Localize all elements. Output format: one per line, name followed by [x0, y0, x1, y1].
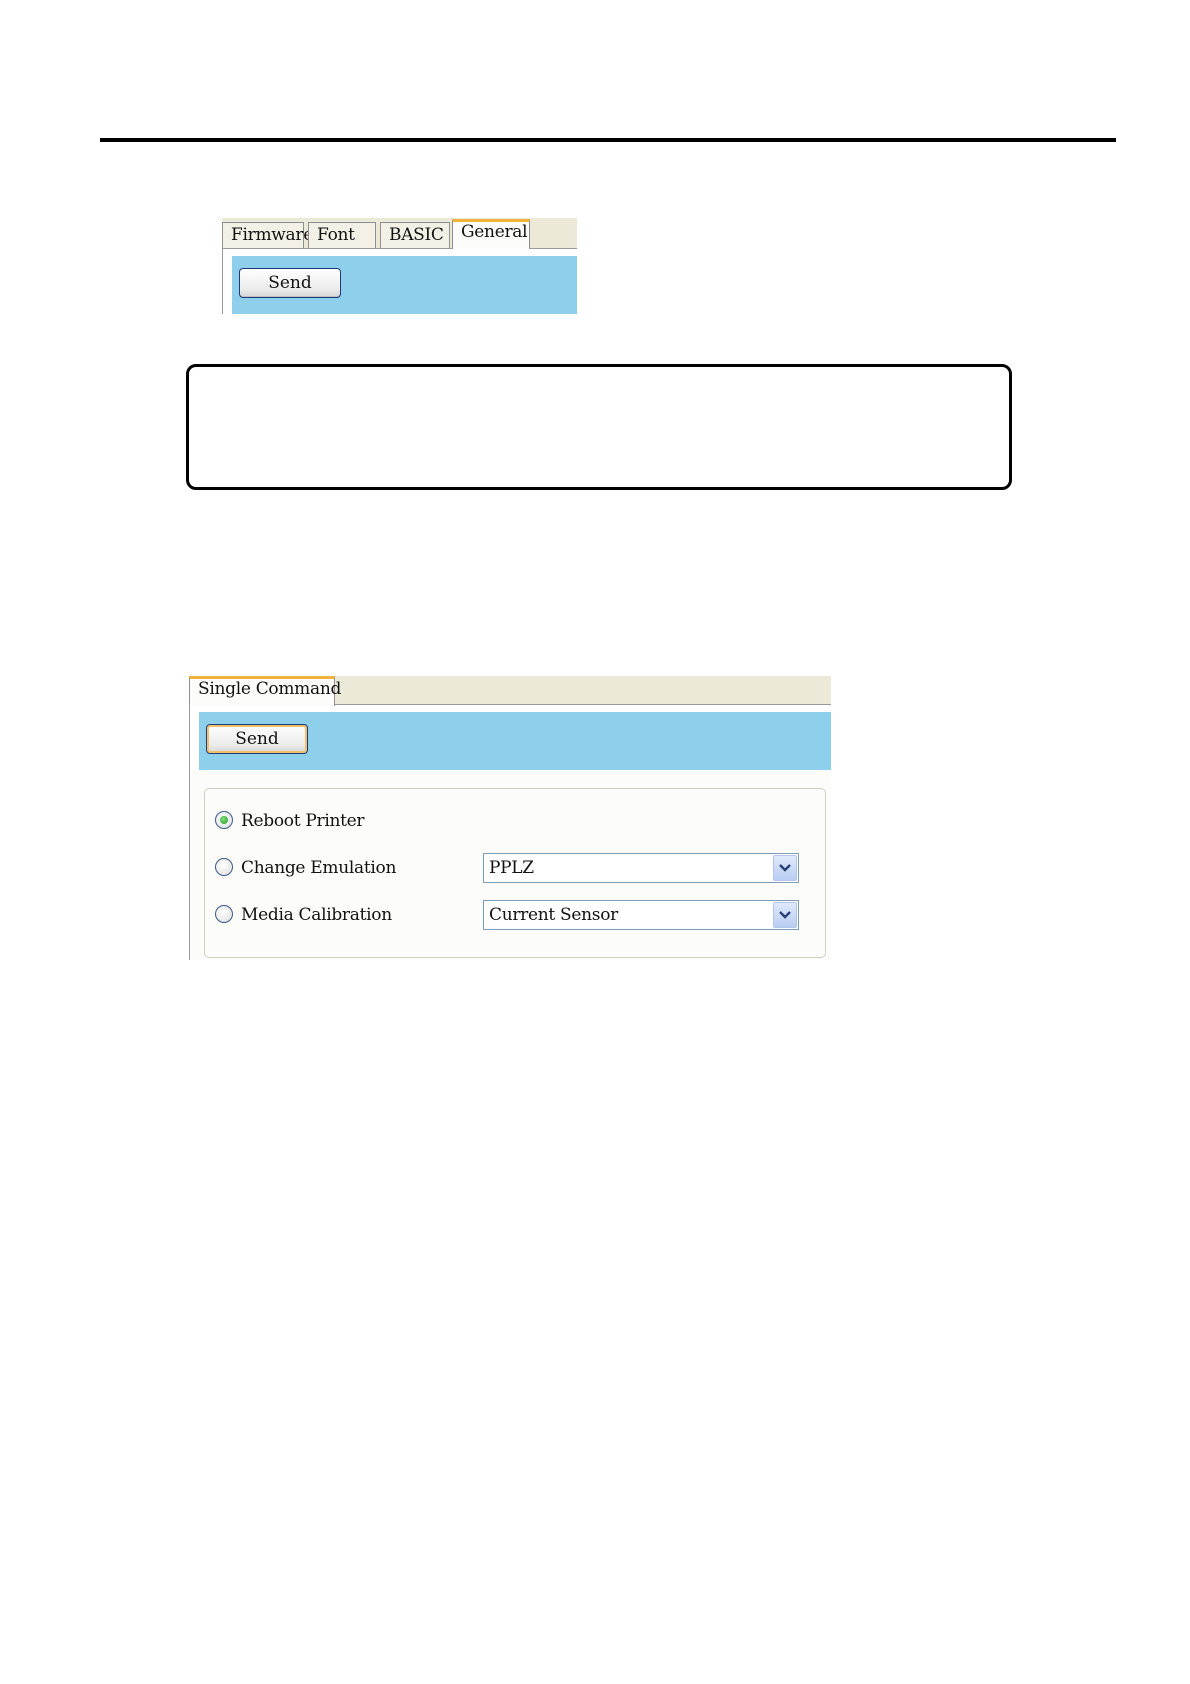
emulation-select-value: PPLZ: [489, 858, 534, 878]
calibration-select[interactable]: Current Sensor: [483, 900, 799, 930]
option-label: Reboot Printer: [241, 811, 365, 831]
option-label: Media Calibration: [241, 905, 392, 925]
tab-general[interactable]: General: [452, 219, 530, 249]
tab-firmware[interactable]: Firmware: [222, 222, 313, 248]
send-button[interactable]: Send: [206, 724, 308, 754]
radio-reboot-printer[interactable]: [215, 811, 233, 829]
chevron-down-icon[interactable]: [773, 902, 797, 928]
emulation-select[interactable]: PPLZ: [483, 853, 799, 883]
general-tab-screenshot: Firmware Font BASIC General Send: [222, 218, 577, 314]
tab-basic[interactable]: BASIC: [380, 222, 450, 248]
header-rule: [100, 138, 1116, 142]
note-box: [186, 364, 1012, 490]
radio-media-calibration[interactable]: [215, 905, 233, 923]
tab-font[interactable]: Font: [308, 222, 376, 248]
chevron-down-icon[interactable]: [773, 855, 797, 881]
command-options-group: Reboot Printer Change Emulation PPLZ Med…: [204, 788, 826, 958]
send-button[interactable]: Send: [239, 268, 341, 298]
radio-change-emulation[interactable]: [215, 858, 233, 876]
tab-single-command[interactable]: Single Command: [189, 676, 341, 706]
calibration-select-value: Current Sensor: [489, 905, 618, 925]
radio-selected-dot: [220, 816, 228, 824]
option-label: Change Emulation: [241, 858, 397, 878]
single-command-screenshot: Single Command Send Reboot Printer Chang…: [189, 676, 831, 960]
